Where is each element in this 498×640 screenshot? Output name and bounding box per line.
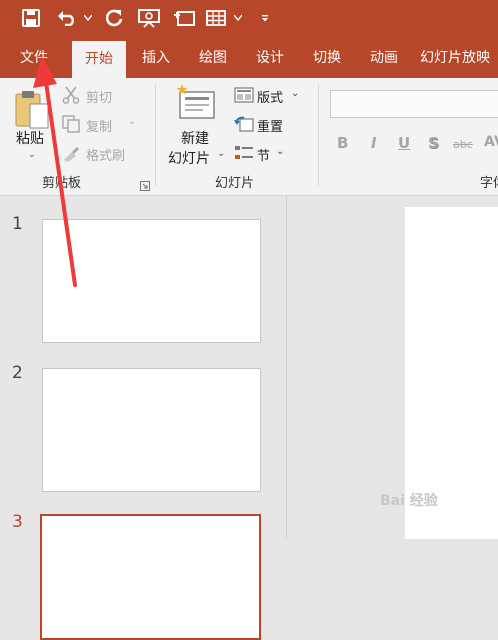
redo-icon[interactable]: [103, 6, 127, 30]
paste-dropdown-icon[interactable]: ⌄: [28, 150, 36, 160]
slideshow-icon[interactable]: [137, 6, 161, 30]
table-icon[interactable]: [205, 6, 227, 30]
layout-dropdown-icon[interactable]: ⌄: [291, 88, 299, 99]
watermark: Bai 经验: [380, 493, 438, 509]
bold-button[interactable]: B: [337, 134, 348, 152]
slide-thumbnail-3[interactable]: [40, 514, 261, 640]
ribbon-separator: [155, 84, 156, 186]
slide-thumbnail-2[interactable]: [42, 368, 261, 492]
clipboard-group-label: 剪贴板: [42, 176, 82, 191]
clipboard-launcher-icon[interactable]: [140, 176, 150, 195]
tab-draw[interactable]: 绘图: [187, 38, 239, 78]
tab-animations[interactable]: 动画: [358, 38, 410, 78]
copy-dropdown-icon[interactable]: ⌄: [128, 116, 136, 127]
ribbon: 粘贴 ⌄ 剪切 复制 ⌄ 格式刷 剪贴板 新建 幻灯片 ⌄ 版式 ⌄ 重置 节 …: [0, 78, 498, 196]
new-slide-button[interactable]: 新建: [181, 128, 209, 148]
slides-group-label: 幻灯片: [215, 176, 255, 191]
new-slide-label-line2[interactable]: 幻灯片: [168, 148, 210, 168]
strikethrough-button[interactable]: abc: [453, 138, 473, 151]
section-icon: [234, 144, 254, 166]
paste-button[interactable]: 粘贴: [16, 128, 44, 148]
format-painter-button[interactable]: 格式刷: [86, 145, 125, 164]
ribbon-tabs: 文件 开始 插入 绘图 设计 切换 动画 幻灯片放映: [0, 38, 498, 78]
underline-button[interactable]: U: [398, 134, 410, 152]
cut-icon: [62, 86, 80, 108]
undo-dropdown-icon[interactable]: [82, 6, 94, 30]
char-spacing-button[interactable]: AV: [484, 134, 498, 150]
slide-number: 2: [12, 363, 23, 383]
reset-button[interactable]: 重置: [257, 116, 283, 135]
new-slide-dropdown-icon[interactable]: ⌄: [217, 148, 225, 159]
paste-icon[interactable]: [14, 90, 50, 130]
slide-thumbnail-1[interactable]: [42, 219, 261, 343]
customize-icon[interactable]: [258, 6, 272, 30]
cut-button[interactable]: 剪切: [86, 87, 112, 106]
new-slide-icon[interactable]: [176, 84, 218, 124]
reset-icon: [234, 115, 254, 137]
save-icon[interactable]: [18, 6, 44, 30]
table-dropdown-icon[interactable]: [232, 6, 244, 30]
tab-transitions[interactable]: 切换: [301, 38, 353, 78]
slide-thumbnail-pane: 1 2 3: [0, 196, 286, 640]
slide-number: 1: [12, 214, 23, 234]
copy-icon: [62, 115, 80, 137]
copy-button[interactable]: 复制: [86, 116, 112, 135]
section-button[interactable]: 节: [257, 145, 270, 164]
undo-icon[interactable]: [54, 6, 80, 30]
format-painter-icon: [62, 144, 80, 166]
layout-icon: [234, 87, 254, 107]
tab-design[interactable]: 设计: [244, 38, 296, 78]
tab-slideshow[interactable]: 幻灯片放映: [420, 38, 498, 78]
title-bar: [0, 0, 498, 38]
tab-file[interactable]: 文件: [6, 38, 62, 78]
slide-number: 3: [12, 512, 23, 532]
shadow-button[interactable]: S: [428, 134, 439, 152]
new-slide-icon[interactable]: [172, 6, 196, 30]
italic-button[interactable]: I: [371, 134, 377, 152]
tab-home[interactable]: 开始: [72, 41, 126, 78]
section-dropdown-icon[interactable]: ⌄: [276, 146, 284, 157]
ribbon-separator: [318, 84, 319, 186]
font-name-box[interactable]: [330, 90, 498, 118]
tab-insert[interactable]: 插入: [130, 38, 182, 78]
font-group-label: 字体: [480, 176, 498, 191]
layout-button[interactable]: 版式: [257, 87, 283, 106]
